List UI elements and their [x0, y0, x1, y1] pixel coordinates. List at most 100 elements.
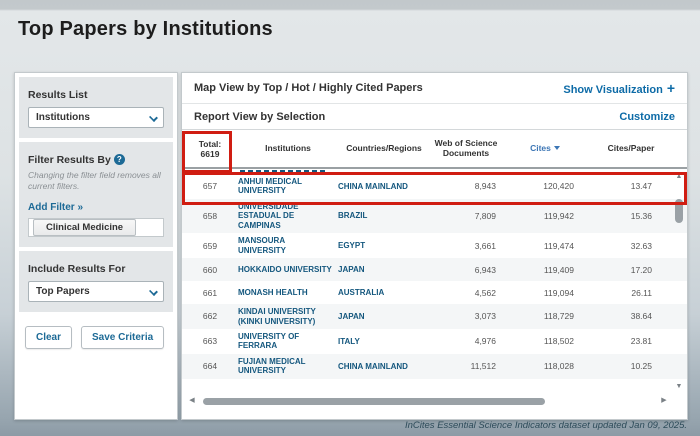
documents-cell: 7,809 [430, 211, 502, 221]
documents-cell: 4,562 [430, 288, 502, 298]
rank-cell: 663 [182, 336, 238, 346]
cites-per-paper-cell: 32.63 [588, 241, 674, 251]
cites-cell: 119,942 [502, 211, 588, 221]
vertical-scrollbar[interactable]: ▲ ▼ [673, 173, 685, 391]
help-icon[interactable]: ? [114, 154, 125, 165]
scroll-right-icon[interactable]: ▶ [659, 397, 669, 405]
documents-cell: 3,661 [430, 241, 502, 251]
column-header-countries[interactable]: Countries/Regions [338, 144, 430, 154]
add-filter-link[interactable]: Add Filter » [28, 202, 83, 213]
map-view-title: Map View by Top / Hot / Highly Cited Pap… [194, 82, 423, 94]
documents-cell: 6,943 [430, 265, 502, 275]
sidebar: Results List Institutions Filter Results… [14, 72, 178, 420]
institution-link[interactable]: UNIVERSIDADE ESTADUAL DE CAMPINAS [238, 202, 338, 230]
institution-link[interactable]: MANSOURA UNIVERSITY [238, 236, 338, 255]
report-view-title: Report View by Selection [194, 111, 325, 123]
table-row[interactable]: 657 ANHUI MEDICAL UNIVERSITY CHINA MAINL… [182, 174, 687, 199]
cites-per-paper-cell: 15.36 [588, 211, 674, 221]
cites-cell: 118,502 [502, 336, 588, 346]
sort-descending-icon [554, 146, 560, 150]
cites-cell: 119,409 [502, 265, 588, 275]
filter-field[interactable]: Clinical Medicine [28, 218, 164, 237]
include-results-value: Top Papers [36, 286, 90, 297]
table-header: Total: 6619 Institutions Countries/Regio… [182, 130, 687, 169]
column-header-cites-sorted[interactable]: Cites [502, 144, 588, 154]
country-link[interactable]: AUSTRALIA [338, 288, 430, 297]
clear-button[interactable]: Clear [25, 326, 72, 349]
results-list-section: Results List Institutions [19, 77, 173, 138]
column-header-institutions[interactable]: Institutions [238, 144, 338, 154]
cites-cell: 120,420 [502, 181, 588, 191]
country-link[interactable]: ITALY [338, 337, 430, 346]
vertical-scroll-thumb[interactable] [675, 199, 683, 223]
institution-link[interactable]: FUJIAN MEDICAL UNIVERSITY [238, 357, 338, 376]
cites-per-paper-cell: 10.25 [588, 361, 674, 371]
rank-cell: 660 [182, 265, 238, 275]
rank-cell: 662 [182, 311, 238, 321]
table-row[interactable]: 658 UNIVERSIDADE ESTADUAL DE CAMPINAS BR… [182, 199, 687, 233]
chevron-down-icon [149, 113, 158, 122]
filter-note: Changing the filter field removes all cu… [28, 170, 164, 191]
filter-section: Filter Results By? Changing the filter f… [19, 142, 173, 247]
main-panel: Map View by Top / Hot / Highly Cited Pap… [181, 72, 688, 420]
institution-link[interactable]: UNIVERSITY OF FERRARA [238, 332, 338, 351]
institution-link[interactable]: KINDAI UNIVERSITY (KINKI UNIVERSITY) [238, 307, 338, 326]
column-header-cites-paper[interactable]: Cites/Paper [588, 144, 674, 154]
country-link[interactable]: CHINA MAINLAND [338, 362, 430, 371]
report-view-bar: Report View by Selection Customize [182, 104, 687, 130]
cites-cell: 118,028 [502, 361, 588, 371]
country-link[interactable]: JAPAN [338, 312, 430, 321]
horizontal-scroll-track[interactable] [197, 397, 659, 406]
filter-label: Filter Results By [28, 154, 111, 166]
table-row[interactable]: 661 MONASH HEALTH AUSTRALIA 4,562 119,09… [182, 281, 687, 304]
customize-link[interactable]: Customize [619, 111, 675, 123]
dataset-update-note: InCites Essential Science Indicators dat… [405, 420, 687, 431]
documents-cell: 4,976 [430, 336, 502, 346]
horizontal-scrollbar[interactable]: ◀ ▶ [187, 395, 669, 407]
institution-link[interactable]: ANHUI MEDICAL UNIVERSITY [238, 177, 338, 196]
map-view-bar: Map View by Top / Hot / Highly Cited Pap… [182, 73, 687, 104]
cites-cell: 118,729 [502, 311, 588, 321]
table-row[interactable]: 662 KINDAI UNIVERSITY (KINKI UNIVERSITY)… [182, 304, 687, 329]
documents-cell: 3,073 [430, 311, 502, 321]
rank-cell: 664 [182, 361, 238, 371]
cites-per-paper-cell: 13.47 [588, 181, 674, 191]
table-row[interactable]: 664 FUJIAN MEDICAL UNIVERSITY CHINA MAIN… [182, 354, 687, 379]
plus-icon: + [667, 80, 675, 96]
include-results-dropdown[interactable]: Top Papers [28, 281, 164, 302]
total-count: Total: 6619 [182, 138, 238, 160]
clipped-row-remnant [182, 169, 687, 174]
active-filter-chip[interactable]: Clinical Medicine [33, 219, 136, 236]
scroll-left-icon[interactable]: ◀ [187, 397, 197, 405]
show-visualization-link[interactable]: Show Visualization+ [563, 80, 675, 96]
scroll-up-icon[interactable]: ▲ [673, 173, 685, 181]
country-link[interactable]: BRAZIL [338, 211, 430, 220]
chevron-down-icon [149, 287, 158, 296]
country-link[interactable]: CHINA MAINLAND [338, 182, 430, 191]
table-row[interactable]: 663 UNIVERSITY OF FERRARA ITALY 4,976 11… [182, 329, 687, 354]
table-row[interactable]: 659 MANSOURA UNIVERSITY EGYPT 3,661 119,… [182, 233, 687, 258]
institution-link[interactable]: MONASH HEALTH [238, 288, 338, 297]
cites-cell: 119,094 [502, 288, 588, 298]
cites-per-paper-cell: 26.11 [588, 288, 674, 298]
page-title: Top Papers by Institutions [18, 18, 273, 41]
country-link[interactable]: JAPAN [338, 265, 430, 274]
horizontal-scroll-thumb[interactable] [203, 398, 545, 405]
rank-cell: 658 [182, 211, 238, 221]
table-body: 657 ANHUI MEDICAL UNIVERSITY CHINA MAINL… [182, 169, 687, 379]
results-list-dropdown[interactable]: Institutions [28, 107, 164, 128]
documents-cell: 8,943 [430, 181, 502, 191]
country-link[interactable]: EGYPT [338, 241, 430, 250]
cites-per-paper-cell: 23.81 [588, 336, 674, 346]
cites-cell: 119,474 [502, 241, 588, 251]
results-list-label: Results List [28, 89, 88, 101]
institution-link[interactable]: HOKKAIDO UNIVERSITY [238, 265, 338, 274]
save-criteria-button[interactable]: Save Criteria [81, 326, 164, 349]
include-results-label: Include Results For [28, 263, 125, 275]
table-row[interactable]: 660 HOKKAIDO UNIVERSITY JAPAN 6,943 119,… [182, 258, 687, 281]
include-results-section: Include Results For Top Papers [19, 251, 173, 312]
cites-per-paper-cell: 38.64 [588, 311, 674, 321]
sidebar-buttons: Clear Save Criteria [25, 326, 167, 349]
scroll-down-icon[interactable]: ▼ [673, 383, 685, 391]
column-header-documents[interactable]: Web of Science Documents [430, 139, 502, 159]
